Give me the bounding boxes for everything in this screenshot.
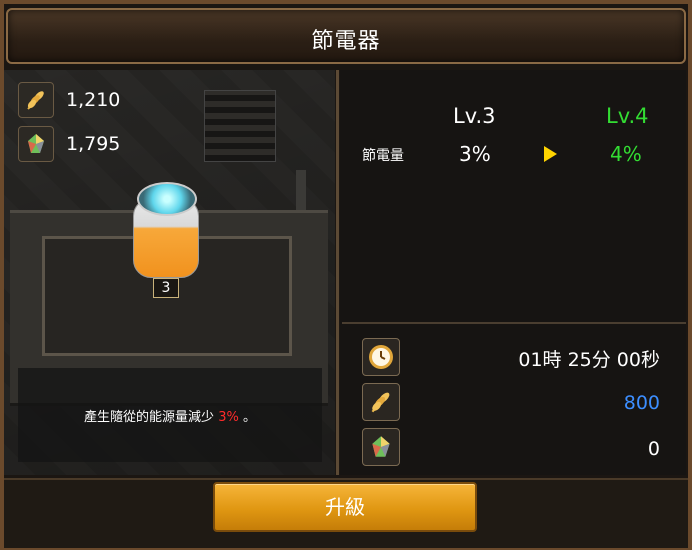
description-box: 產生隨從的能源量減少 3% 。 <box>18 368 322 462</box>
stat-current-value: 3% <box>459 142 491 166</box>
next-level: Lv.4 <box>606 104 649 128</box>
stat-label: 節電量 <box>362 148 404 164</box>
title-bar: 節電器 <box>6 8 686 64</box>
resource-crystal: 1,795 <box>18 126 120 162</box>
time-cost: 01時 25分 00秒 <box>518 349 660 371</box>
crystal-cost: 0 <box>647 438 660 460</box>
resource-wheat: 1,210 <box>18 82 120 118</box>
crystal-icon <box>18 126 54 162</box>
current-level: Lv.3 <box>453 104 496 128</box>
clock-icon <box>362 338 400 376</box>
upgrade-button[interactable]: 升級 <box>213 482 477 532</box>
wheat-icon <box>362 383 400 421</box>
stat-next-value: 4% <box>610 142 642 166</box>
arrow-right-icon <box>544 146 557 162</box>
panel-divider <box>336 70 339 475</box>
tank-top <box>137 182 197 216</box>
crystal-amount: 1,795 <box>66 133 121 155</box>
description-text: 產生隨從的能源量減少 3% 。 <box>84 410 256 425</box>
wheat-cost: 800 <box>623 392 660 414</box>
power-saver-building[interactable] <box>129 182 201 278</box>
wheat-amount: 1,210 <box>66 89 121 111</box>
wheat-icon <box>18 82 54 118</box>
cost-separator <box>342 322 686 324</box>
stairs-decoration <box>204 90 276 162</box>
dialog-title: 節電器 <box>311 29 381 54</box>
description-highlight: 3% <box>218 410 239 425</box>
crystal-icon <box>362 428 400 466</box>
building-level-badge: 3 <box>153 278 179 298</box>
